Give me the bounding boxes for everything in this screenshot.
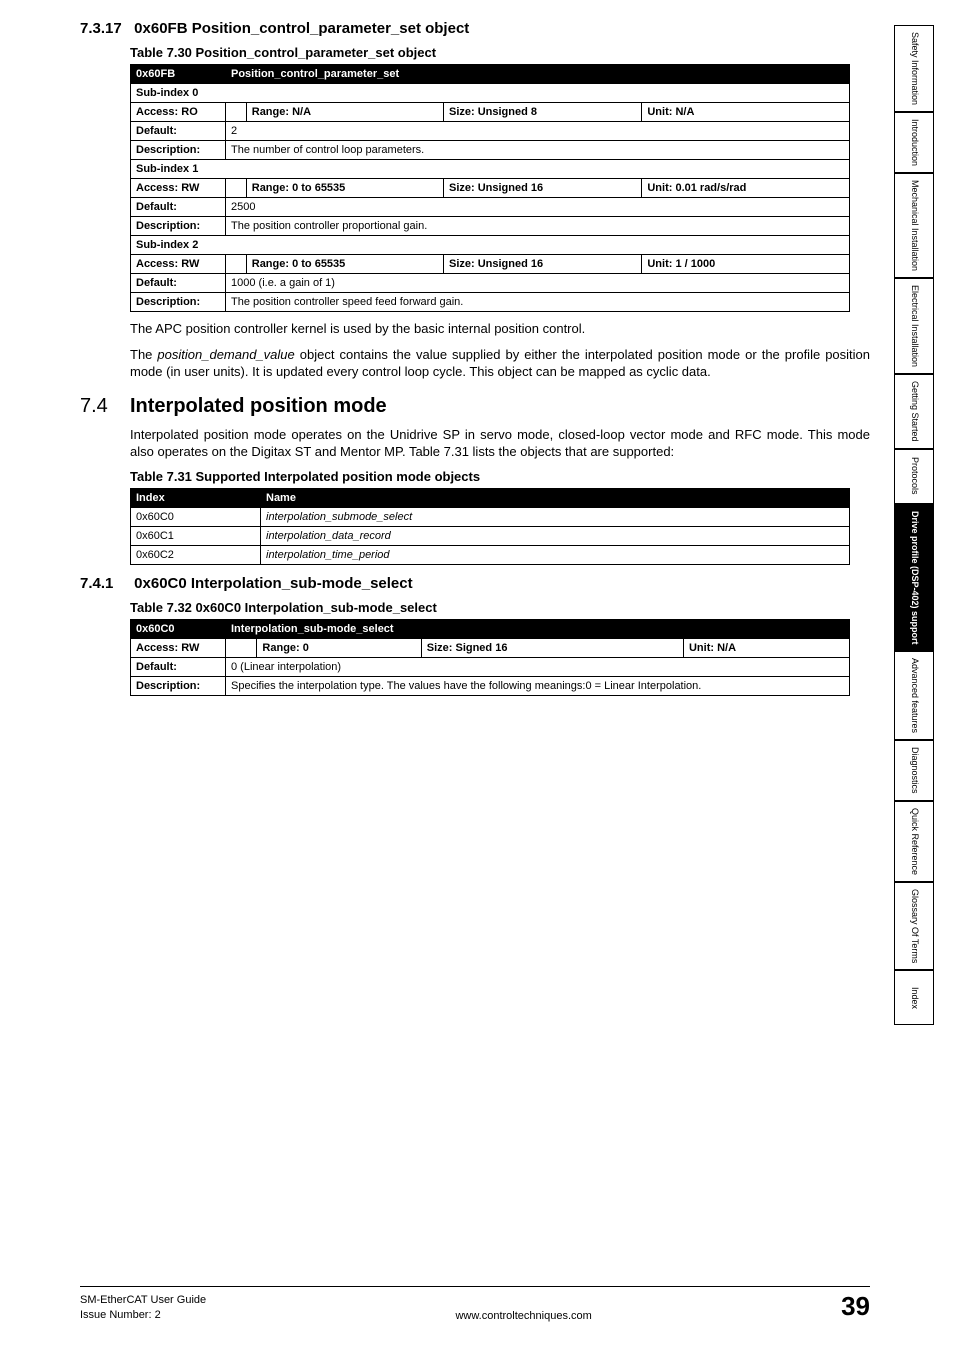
page-number: 39	[841, 1291, 870, 1322]
para-7-3-17-b: The position_demand_value object contain…	[130, 346, 870, 381]
sub0-desc: The number of control loop parameters.	[226, 141, 850, 160]
sub0-unit: Unit: N/A	[642, 103, 850, 122]
row2-idx: 0x60C2	[131, 545, 261, 564]
tab-introduction[interactable]: Introduction	[894, 112, 934, 173]
table-7-32-caption: Table 7.32 0x60C0 Interpolation_sub-mode…	[130, 600, 870, 615]
access: Access: RW	[131, 638, 226, 657]
sub1-unit: Unit: 0.01 rad/s/rad	[642, 179, 850, 198]
heading-7-4: Interpolated position mode	[130, 395, 870, 418]
sub0-desc-lab: Description:	[131, 141, 226, 160]
sub2-desc: The position controller speed feed forwa…	[226, 293, 850, 312]
tab-drive-profile[interactable]: Drive profile (DSP-402) support	[894, 504, 934, 652]
tab-safety-information[interactable]: Safety Information	[894, 25, 934, 112]
sub1-access: Access: RW	[131, 179, 226, 198]
table-7-31: IndexName 0x60C0interpolation_submode_se…	[130, 488, 850, 565]
sub0-size: Size: Unsigned 8	[443, 103, 641, 122]
row2-name: interpolation_time_period	[261, 545, 850, 564]
para-7-3-17-a: The APC position controller kernel is us…	[130, 320, 870, 338]
section-number-7-4: 7.4	[80, 395, 150, 418]
sub1-size: Size: Unsigned 16	[443, 179, 641, 198]
desc: Specifies the interpolation type. The va…	[226, 676, 850, 695]
sub0-access: Access: RO	[131, 103, 226, 122]
hdr-code: 0x60C0	[131, 619, 226, 638]
table-7-31-caption: Table 7.31 Supported Interpolated positi…	[130, 469, 870, 484]
sub1-default-lab: Default:	[131, 198, 226, 217]
tab-glossary[interactable]: Glossary Of Terms	[894, 882, 934, 970]
unit: Unit: N/A	[683, 638, 849, 657]
default-lab: Default:	[131, 657, 226, 676]
tab-mechanical-installation[interactable]: Mechanical Installation	[894, 173, 934, 278]
hdr-name: Interpolation_sub-mode_select	[226, 619, 850, 638]
sub2-default: 1000 (i.e. a gain of 1)	[226, 274, 850, 293]
desc-lab: Description:	[131, 676, 226, 695]
row1-name: interpolation_data_record	[261, 526, 850, 545]
hdr-name: Position_control_parameter_set	[226, 65, 850, 84]
tab-getting-started[interactable]: Getting Started	[894, 374, 934, 449]
footer-url: www.controltechniques.com	[206, 1310, 841, 1322]
sub0-default: 2	[226, 122, 850, 141]
section-number: 7.4.1	[80, 575, 130, 592]
section-number: 7.3.17	[80, 20, 130, 37]
sub0-label: Sub-index 0	[131, 84, 850, 103]
tab-advanced-features[interactable]: Advanced features	[894, 651, 934, 740]
para-7-4: Interpolated position mode operates on t…	[130, 426, 870, 461]
sub0-default-lab: Default:	[131, 122, 226, 141]
sub2-unit: Unit: 1 / 1000	[642, 255, 850, 274]
sub2-label: Sub-index 2	[131, 236, 850, 255]
tab-quick-reference[interactable]: Quick Reference	[894, 801, 934, 882]
table-7-32: 0x60C0Interpolation_sub-mode_select Acce…	[130, 619, 850, 696]
default: 0 (Linear interpolation)	[226, 657, 850, 676]
sub2-size: Size: Unsigned 16	[443, 255, 641, 274]
hdr-code: 0x60FB	[131, 65, 226, 84]
tab-electrical-installation[interactable]: Electrical Installation	[894, 278, 934, 374]
sidebar-tabs: Safety Information Introduction Mechanic…	[894, 25, 934, 1025]
tab-diagnostics[interactable]: Diagnostics	[894, 740, 934, 801]
row0-idx: 0x60C0	[131, 507, 261, 526]
sub1-label: Sub-index 1	[131, 160, 850, 179]
range: Range: 0	[257, 638, 421, 657]
sub1-default: 2500	[226, 198, 850, 217]
sub2-desc-lab: Description:	[131, 293, 226, 312]
sub1-range: Range: 0 to 65535	[246, 179, 443, 198]
heading-7-3-17: 7.3.17 0x60FB Position_control_parameter…	[80, 20, 870, 37]
size: Size: Signed 16	[421, 638, 683, 657]
table-7-30-caption: Table 7.30 Position_control_parameter_se…	[130, 45, 870, 60]
sub0-range: Range: N/A	[246, 103, 443, 122]
sub1-desc: The position controller proportional gai…	[226, 217, 850, 236]
th-index: Index	[131, 488, 261, 507]
section-title: 0x60C0 Interpolation_sub-mode_select	[134, 575, 412, 592]
section-title: 0x60FB Position_control_parameter_set ob…	[134, 20, 469, 37]
row1-idx: 0x60C1	[131, 526, 261, 545]
footer-title: SM-EtherCAT User Guide	[80, 1293, 206, 1307]
tab-index[interactable]: Index	[894, 970, 934, 1025]
table-7-30: 0x60FBPosition_control_parameter_set Sub…	[130, 64, 850, 312]
sub2-access: Access: RW	[131, 255, 226, 274]
footer-issue: Issue Number: 2	[80, 1308, 206, 1322]
tab-protocols[interactable]: Protocols	[894, 449, 934, 504]
th-name: Name	[261, 488, 850, 507]
heading-7-4-1: 7.4.1 0x60C0 Interpolation_sub-mode_sele…	[80, 575, 870, 592]
sub2-range: Range: 0 to 65535	[246, 255, 443, 274]
sub2-default-lab: Default:	[131, 274, 226, 293]
row0-name: interpolation_submode_select	[261, 507, 850, 526]
page-footer: SM-EtherCAT User Guide Issue Number: 2 w…	[80, 1286, 870, 1322]
sub1-desc-lab: Description:	[131, 217, 226, 236]
